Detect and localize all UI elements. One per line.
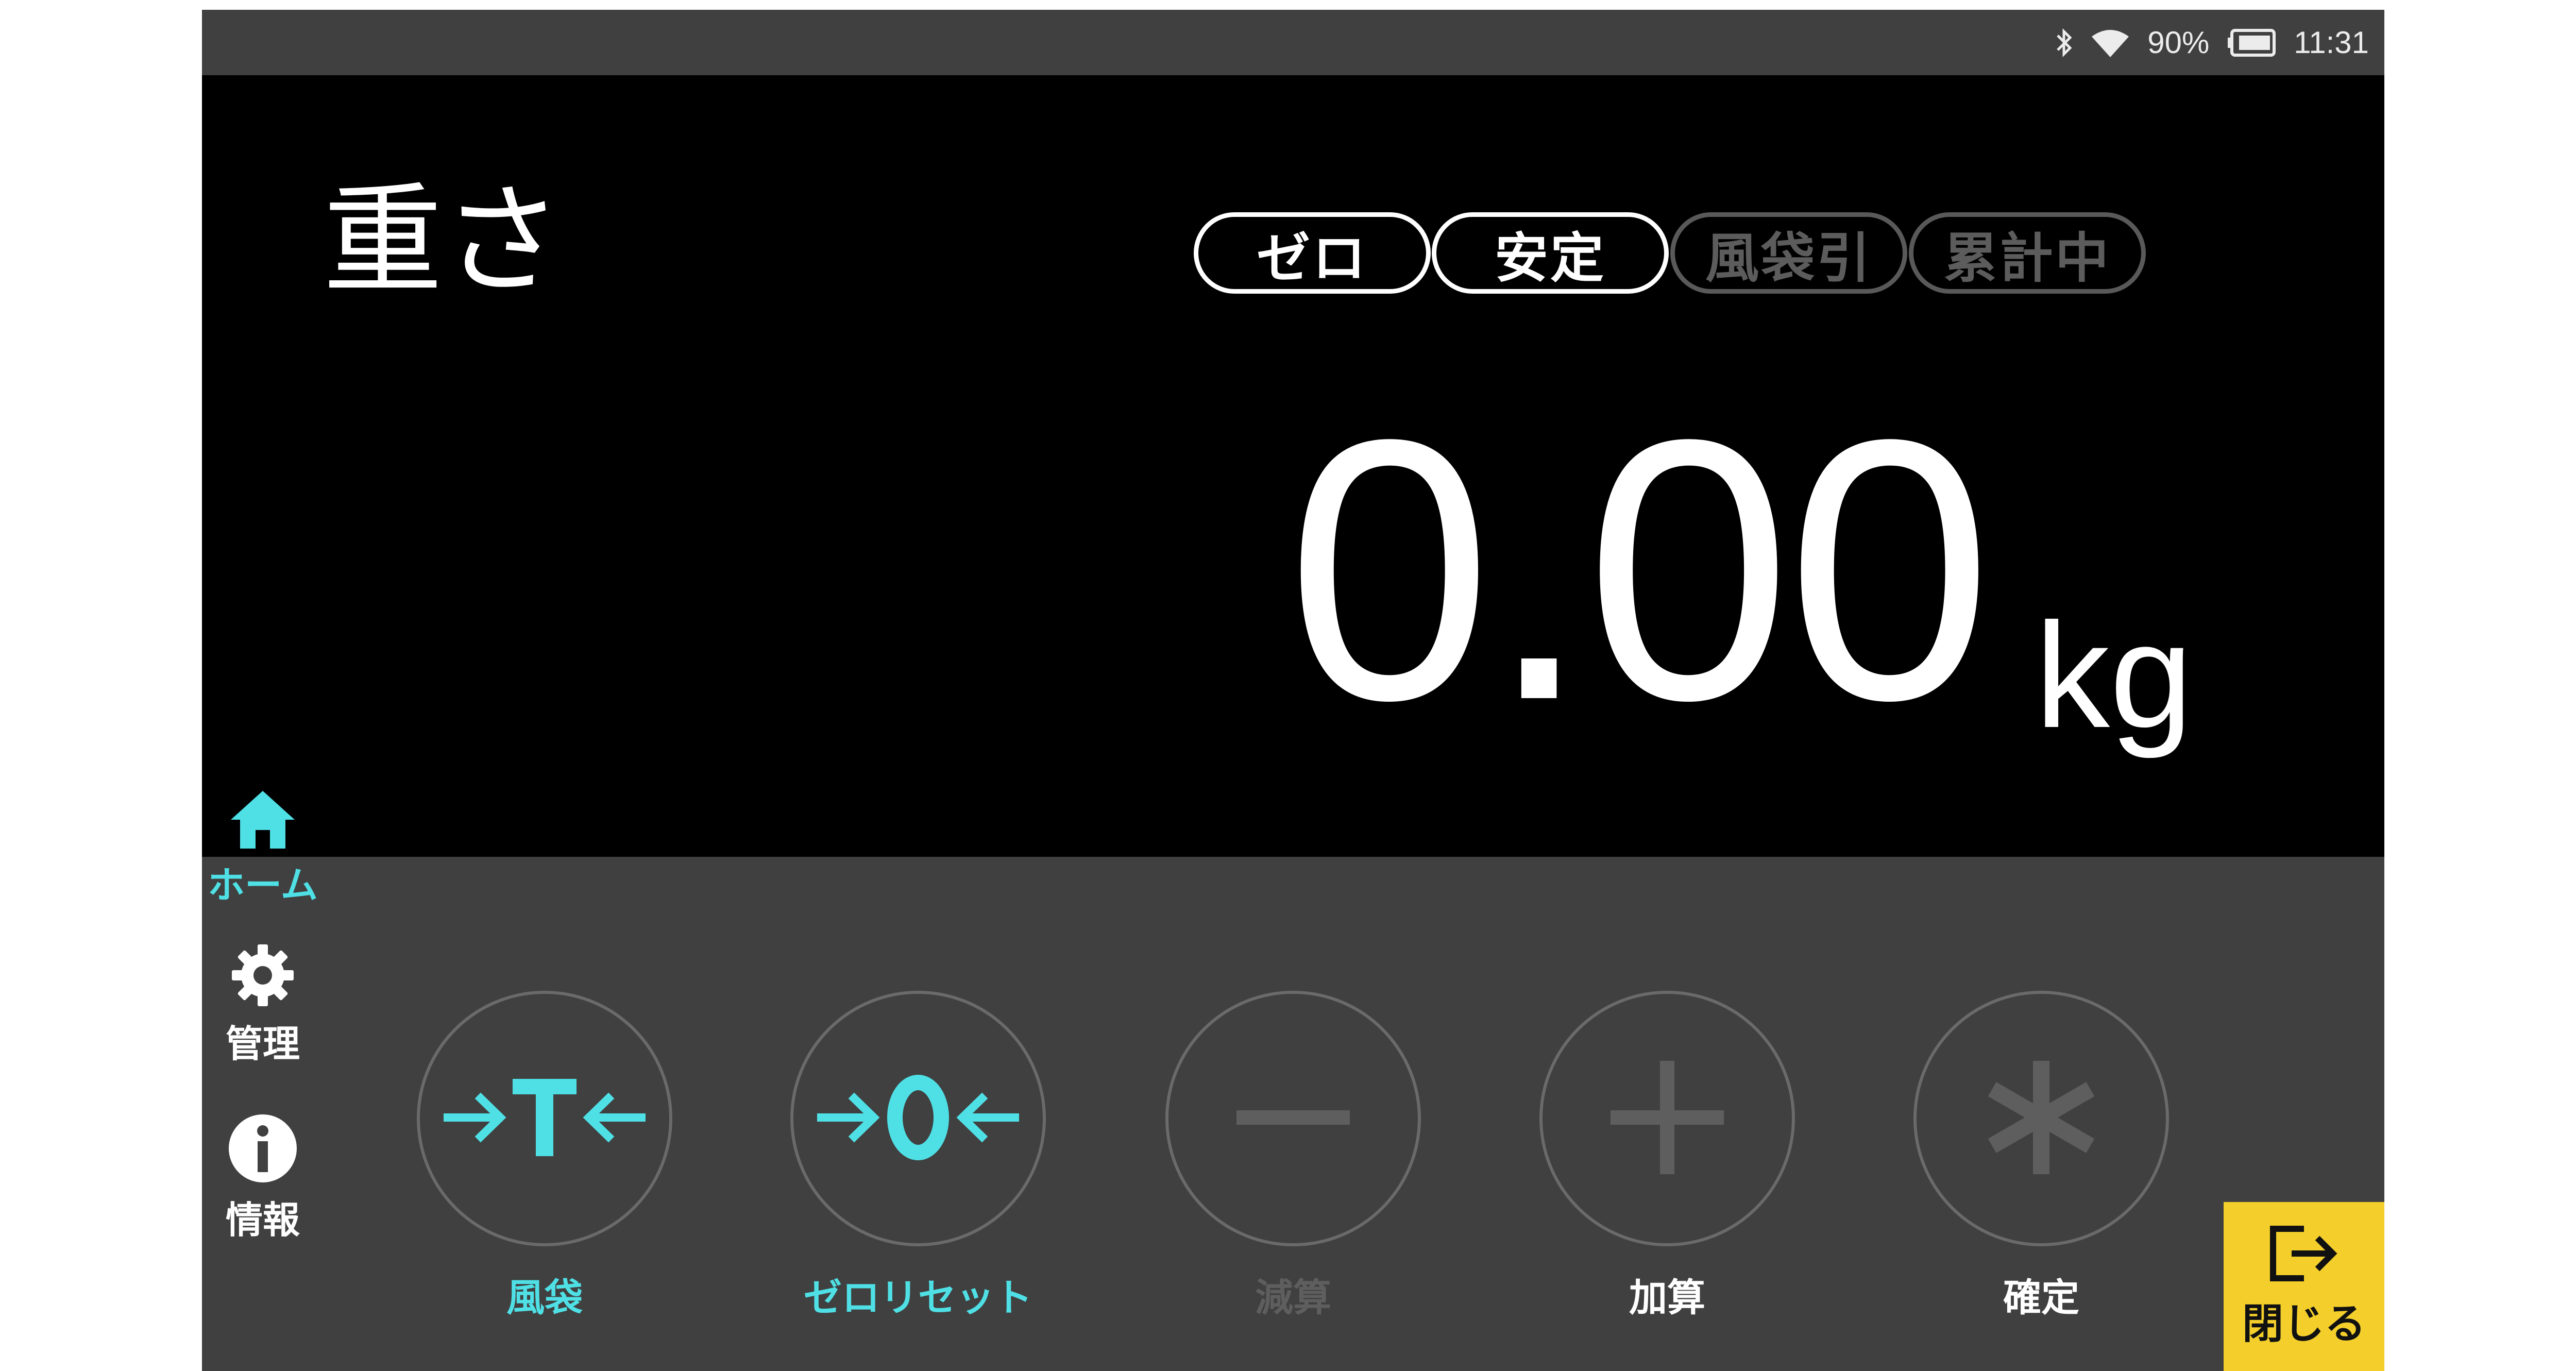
close-button[interactable]: 閉じる <box>2224 1202 2384 1371</box>
weight-value: 0.00 <box>1286 362 1993 777</box>
zero-reset-icon <box>815 1074 1021 1163</box>
indicator-zero: ゼロ <box>1194 212 1431 294</box>
wifi-icon <box>2091 27 2130 58</box>
sidebar-item-settings[interactable]: 管理 <box>211 942 314 1068</box>
subtract-button[interactable] <box>1165 991 1421 1246</box>
status-bar: 90% 11:31 <box>202 10 2384 75</box>
plus-icon <box>1605 1056 1729 1181</box>
asterisk-icon <box>1979 1056 2103 1181</box>
battery-percent: 90% <box>2147 25 2210 60</box>
bluetooth-icon <box>2056 27 2073 58</box>
zero-reset-button[interactable] <box>790 991 1046 1246</box>
sidebar-item-label: ホーム <box>208 864 318 907</box>
sidebar-item-label: 情報 <box>225 1198 300 1242</box>
zero-reset-label: ゼロリセット <box>804 1276 1032 1320</box>
exit-icon <box>2268 1223 2340 1287</box>
subtract-label: 減算 <box>1255 1276 1331 1320</box>
gear-icon <box>230 942 296 1010</box>
display-title: 重さ <box>323 171 563 310</box>
tare-button[interactable] <box>417 991 672 1246</box>
add-button[interactable] <box>1539 991 1795 1246</box>
sidebar-item-label: 管理 <box>225 1022 300 1065</box>
tare-label: 風袋 <box>506 1276 583 1320</box>
close-label: 閉じる <box>2242 1300 2366 1348</box>
tare-icon <box>442 1074 648 1163</box>
indicator-tare: 風袋引 <box>1670 212 1907 294</box>
sidebar-item-home[interactable]: ホーム <box>208 789 318 909</box>
battery-icon <box>2227 28 2276 57</box>
indicator-accumulating: 累計中 <box>1909 212 2146 294</box>
info-icon <box>227 1112 299 1187</box>
confirm-label: 確定 <box>2003 1276 2079 1320</box>
home-icon <box>229 789 297 852</box>
weight-unit: kg <box>2035 592 2193 759</box>
sidebar-item-info[interactable]: 情報 <box>211 1112 314 1244</box>
confirm-button[interactable] <box>1913 991 2169 1246</box>
clock: 11:31 <box>2294 25 2369 60</box>
indicator-stable: 安定 <box>1432 212 1669 294</box>
scale-app-window: 90% 11:31 重さ ゼロ 安定 風袋引 累計中 0.00 kg ホーム 管… <box>202 10 2384 1371</box>
add-label: 加算 <box>1629 1276 1705 1320</box>
minus-icon <box>1231 1102 1355 1135</box>
weight-display: 重さ ゼロ 安定 風袋引 累計中 0.00 kg <box>202 75 2384 857</box>
